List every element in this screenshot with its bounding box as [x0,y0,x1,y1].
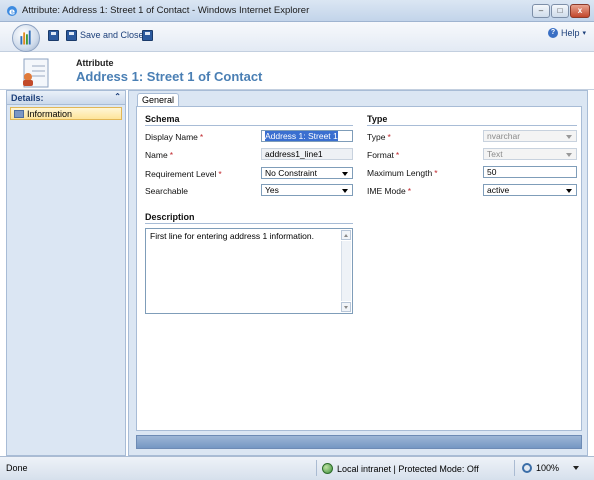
save-and-new-button[interactable] [142,27,153,43]
type-divider [367,125,577,126]
schema-section-title: Schema [145,114,180,124]
form-footer-bar [136,435,582,449]
zoom-control[interactable]: 100% [522,463,580,473]
description-section-title: Description [145,212,195,222]
maximize-button[interactable]: □ [551,4,569,18]
window-title: Attribute: Address 1: Street 1 of Contac… [22,5,310,16]
required-icon: * [169,150,173,160]
required-icon: * [218,169,222,179]
toolbar: Save and Close ? Help ▾ [0,22,594,52]
type-select[interactable]: nvarchar [483,130,577,142]
format-select[interactable]: Text [483,148,577,160]
required-icon: * [434,168,438,178]
searchable-select[interactable]: Yes [261,184,353,196]
scrollbar[interactable] [341,241,351,301]
left-navigation: Details: ⌃ Information [6,90,126,456]
chevron-down-icon [573,466,580,470]
status-text: Done [6,463,28,473]
minimize-button[interactable]: – [532,4,550,18]
zoom-level: 100% [536,463,560,473]
form-header: Attribute Address 1: Street 1 of Contact [0,52,594,90]
close-button[interactable]: x [570,4,590,18]
schema-divider [145,125,353,126]
page-title: Address 1: Street 1 of Contact [76,69,263,84]
required-icon: * [407,186,412,196]
security-zone-label: Local intranet | Protected Mode: Off [337,463,479,474]
status-separator [316,460,317,476]
name-input[interactable]: address1_line1 [261,148,353,160]
nav-header: Details: ⌃ [7,91,125,105]
maximum-length-label: Maximum Length * [367,168,438,178]
nav-title: Details: [11,93,44,103]
internet-explorer-icon: e [7,6,17,18]
help-label: Help [560,28,580,38]
folder-icon [14,109,24,118]
type-label: Type * [367,132,391,142]
maximum-length-input[interactable]: 50 [483,166,577,178]
help-menu[interactable]: ? Help ▾ [547,28,586,38]
description-text: First line for entering address 1 inform… [150,231,314,241]
window-title-bar: e Attribute: Address 1: Street 1 of Cont… [0,0,594,22]
globe-icon [322,463,333,474]
status-separator [514,460,515,476]
nav-item-label: Information [27,108,73,119]
scroll-up-icon[interactable] [341,230,351,240]
required-icon: * [395,150,400,160]
nav-item-information[interactable]: Information [10,107,122,120]
tab-general[interactable]: General [137,93,179,107]
form-content: General Schema Display Name * Address 1: … [128,90,588,456]
collapse-icon[interactable]: ⌃ [114,92,121,101]
requirement-level-select[interactable]: No Constraint [261,167,353,179]
save-and-close-button[interactable]: Save and Close [66,27,144,43]
save-icon [48,29,59,41]
type-section-title: Type [367,114,388,124]
required-icon: * [387,132,391,142]
save-and-close-label: Save and Close [80,30,144,40]
save-and-close-icon [66,29,77,41]
scroll-down-icon[interactable] [341,302,351,312]
requirement-level-label: Requirement Level * [145,169,222,179]
chevron-down-icon: ▾ [582,30,586,37]
status-bar: Done Local intranet | Protected Mode: Of… [0,456,594,480]
ime-mode-label: IME Mode * [367,186,412,196]
entity-type-label: Attribute [76,58,114,68]
save-and-new-icon [142,29,153,41]
description-textarea[interactable]: First line for entering address 1 inform… [145,228,353,314]
security-zone[interactable]: Local intranet | Protected Mode: Off [322,463,479,474]
save-button[interactable] [48,27,59,43]
help-icon: ? [547,28,558,38]
ime-mode-select[interactable]: active [483,184,577,196]
attribute-entity-icon [23,58,49,88]
zoom-icon [522,463,532,473]
description-divider [145,223,353,224]
display-name-label: Display Name * [145,132,204,142]
format-label: Format * [367,150,400,160]
display-name-input[interactable]: Address 1: Street 1 [261,130,353,142]
required-icon: * [199,132,204,142]
general-tab-panel: Schema Display Name * Address 1: Street 1… [136,106,582,431]
svg-text:e: e [9,8,15,18]
name-label: Name * [145,150,173,160]
crm-logo-icon [12,24,40,52]
searchable-label: Searchable [145,186,189,196]
